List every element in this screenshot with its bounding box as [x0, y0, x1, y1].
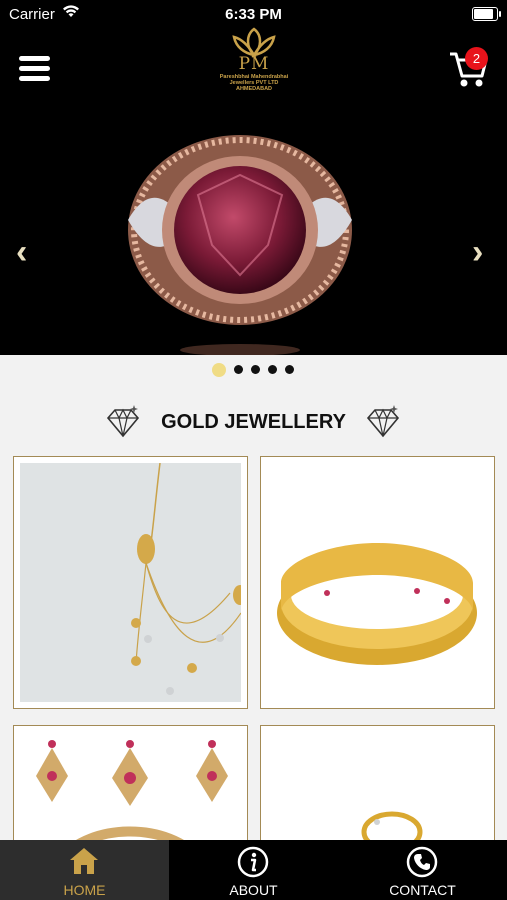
tab-home-label: HOME — [63, 882, 106, 898]
tab-about[interactable]: ABOUT — [169, 840, 338, 900]
carousel-next-button[interactable]: › — [472, 233, 483, 272]
info-icon — [237, 846, 269, 878]
tab-home[interactable]: HOME — [0, 840, 169, 900]
section-title: GOLD JEWELLERY — [161, 411, 346, 433]
clock: 6:33 PM — [225, 6, 282, 23]
product-image-gold-bangle — [267, 463, 488, 702]
carousel-dot-5[interactable] — [285, 365, 294, 374]
phone-icon — [406, 846, 438, 878]
tab-contact[interactable]: CONTACT — [338, 840, 507, 900]
section-header: GOLD JEWELLERY — [0, 400, 507, 444]
lotus-icon — [232, 27, 276, 57]
logo-line-3: AHMEDABAD — [235, 86, 273, 92]
product-image-gold-chain-necklace — [20, 463, 241, 702]
carousel-dot-2[interactable] — [234, 365, 243, 374]
battery-icon — [472, 7, 501, 21]
tab-about-label: ABOUT — [229, 882, 278, 898]
status-bar: Carrier 6:33 PM — [0, 0, 507, 28]
diamond-icon — [366, 405, 400, 438]
tab-contact-label: CONTACT — [389, 882, 456, 898]
product-card[interactable] — [260, 456, 495, 709]
product-card[interactable] — [13, 456, 248, 709]
carousel-dot-1[interactable] — [212, 363, 226, 377]
cart-count-badge: 2 — [465, 47, 488, 70]
carousel-dot-4[interactable] — [268, 365, 277, 374]
carousel-dot-3[interactable] — [251, 365, 260, 374]
brand-logo: PM Pareshbhai Mahendrabhai Jewellers PVT… — [208, 27, 300, 102]
hamburger-menu-button[interactable] — [19, 56, 50, 81]
logo-letters: PM — [238, 54, 270, 74]
carousel-prev-button[interactable]: ‹ — [16, 233, 27, 272]
home-icon — [70, 848, 98, 874]
bottom-tab-bar: HOME ABOUT CONTACT — [0, 840, 507, 900]
hero-banner: Carrier 6:33 PM PM Pareshbhai Mahendrabh… — [0, 0, 507, 355]
carousel-slide-ring-image — [128, 135, 352, 355]
